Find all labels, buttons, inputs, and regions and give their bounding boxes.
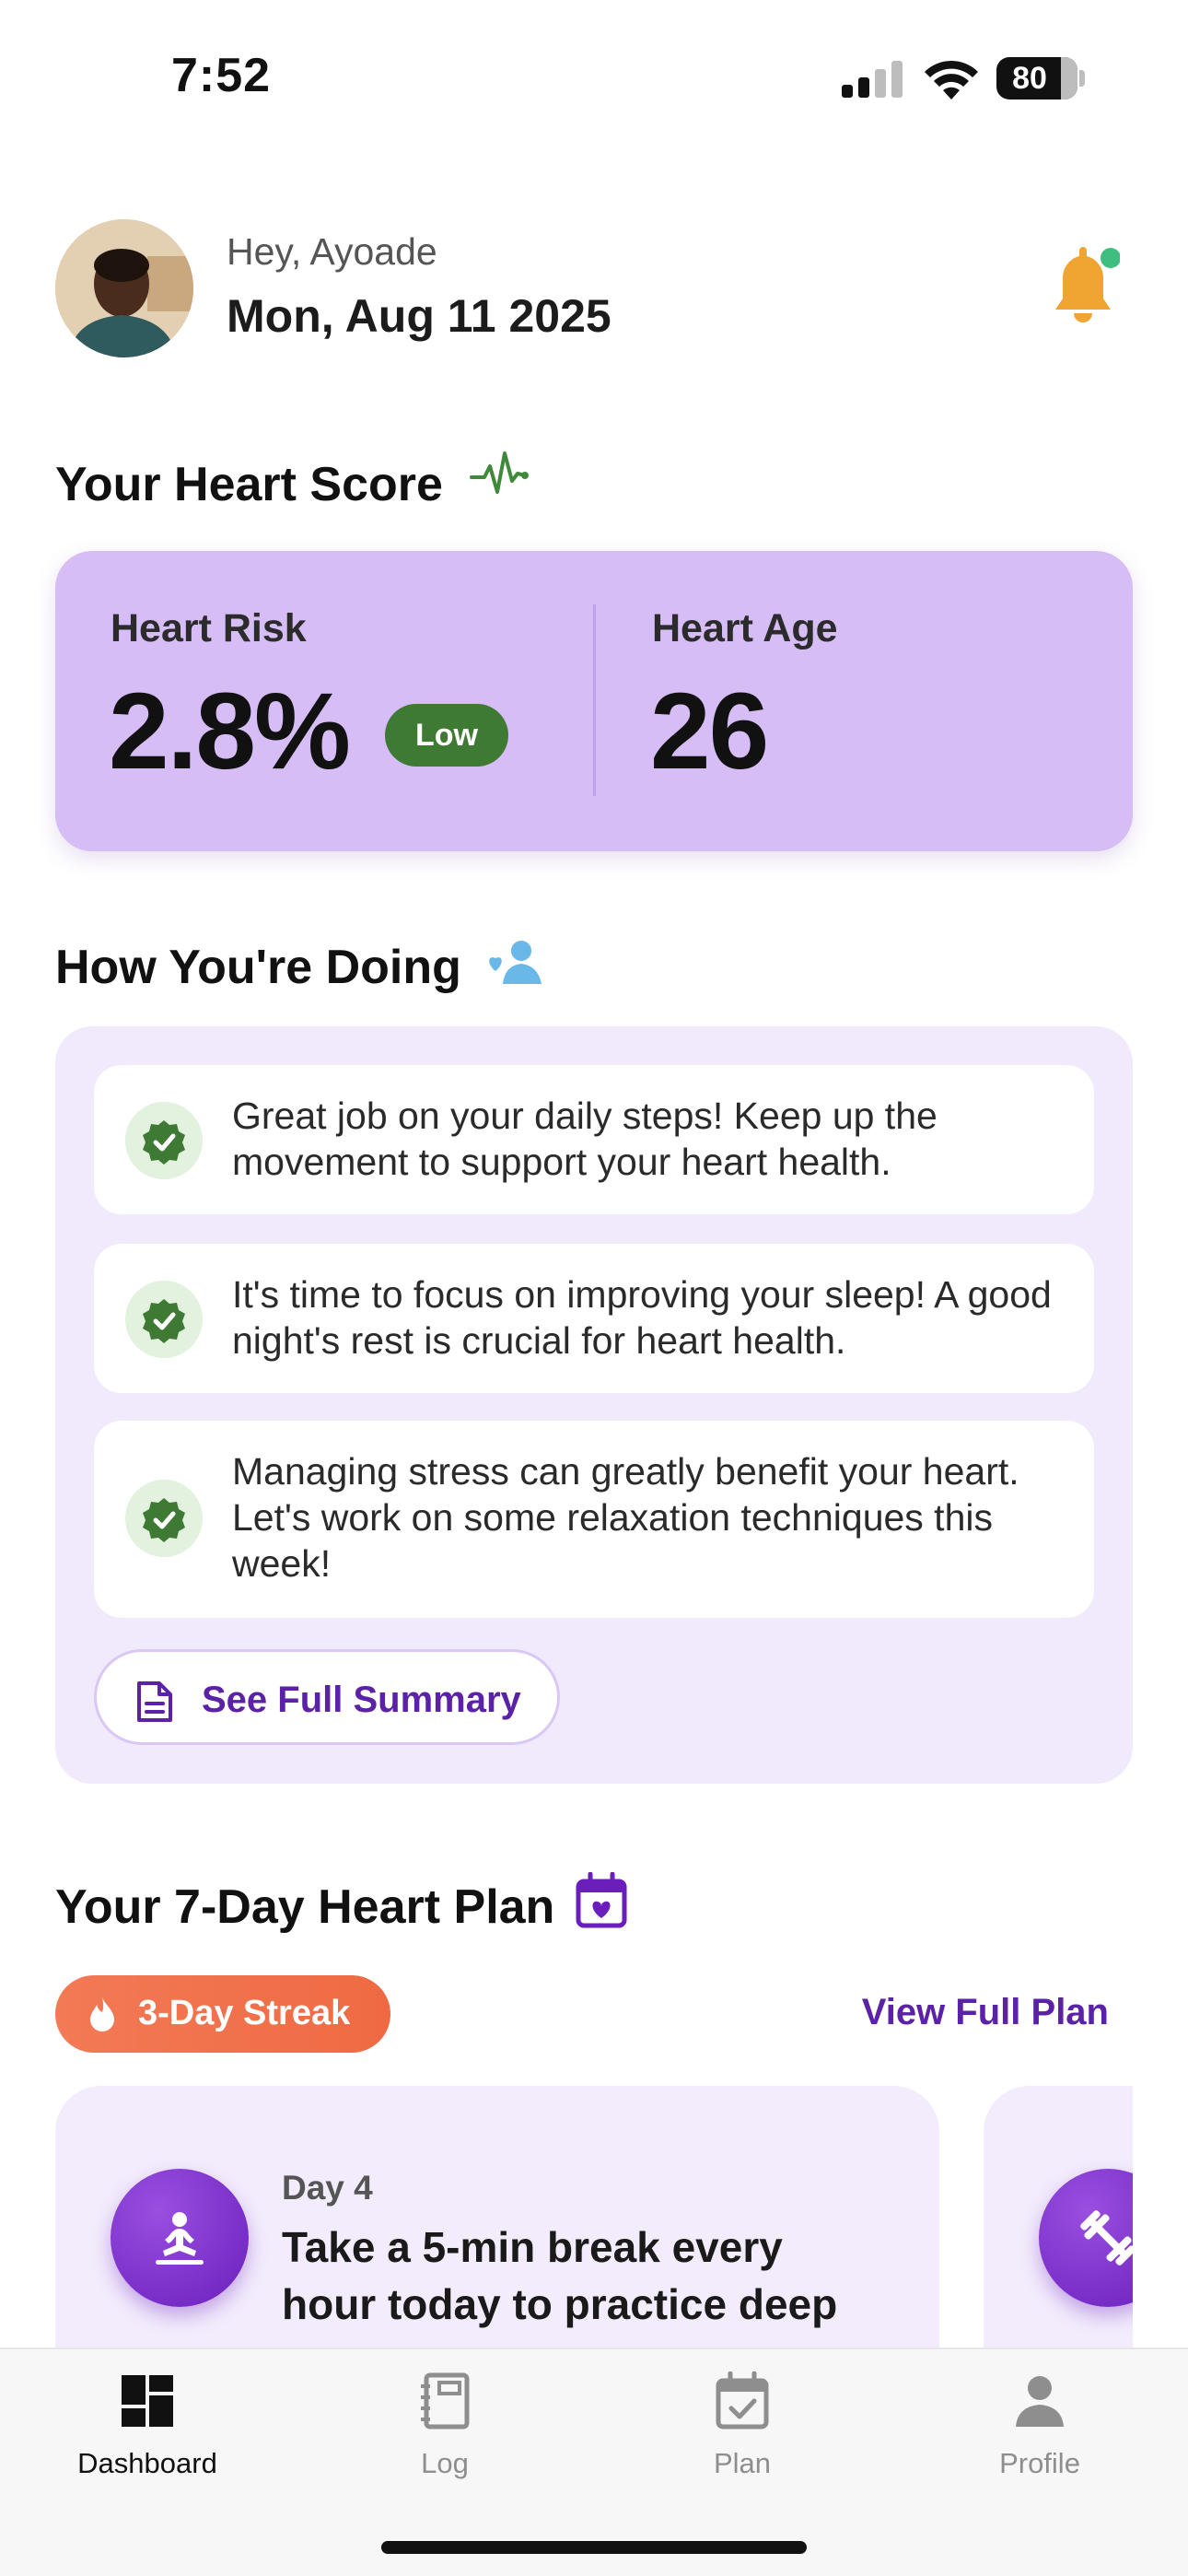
calendar-check-icon <box>716 2371 769 2430</box>
tab-dashboard[interactable]: Dashboard <box>32 2371 262 2482</box>
insight-text: It's time to focus on improving your sle… <box>232 1273 1052 1362</box>
insight-item: It's time to focus on improving your sle… <box>94 1244 1094 1393</box>
dashboard-icon <box>122 2375 173 2427</box>
plan-day-label: Day 4 <box>282 2169 373 2207</box>
person-icon <box>1016 2376 1064 2427</box>
view-full-plan-link[interactable]: View Full Plan <box>862 1992 1109 2033</box>
avatar[interactable] <box>55 219 193 357</box>
heart-risk-label: Heart Risk <box>111 606 307 650</box>
plan-task-text: Take a 5-min break every hour today to p… <box>282 2223 838 2328</box>
insight-item: Great job on your daily steps! Keep up t… <box>94 1065 1094 1214</box>
tab-profile[interactable]: Profile <box>925 2371 1155 2482</box>
calendar-heart-icon <box>576 1872 627 1928</box>
verified-check-icon <box>125 1281 203 1358</box>
people-heart-icon <box>489 941 542 984</box>
see-full-summary-button[interactable]: See Full Summary <box>94 1649 560 1745</box>
how-youre-doing-title: How You're Doing <box>55 941 461 994</box>
wifi-icon <box>925 60 978 100</box>
document-icon <box>137 1681 172 1722</box>
status-time: 7:52 <box>171 49 272 102</box>
tab-label: Log <box>421 2447 469 2479</box>
heart-age-label: Heart Age <box>652 606 838 650</box>
home-indicator[interactable] <box>381 2541 807 2554</box>
plan-activity-icon-circle <box>1039 2169 1133 2307</box>
flame-icon <box>90 1997 114 2032</box>
battery-icon: 80 <box>996 57 1085 100</box>
notification-bell-icon[interactable] <box>1046 245 1120 328</box>
tab-label: Profile <box>999 2447 1080 2479</box>
streak-badge: 3-Day Streak <box>55 1975 390 2053</box>
risk-level-badge: Low <box>385 704 508 767</box>
cellular-signal-icon <box>842 61 903 98</box>
current-date: Mon, Aug 11 2025 <box>227 290 611 342</box>
heart-score-card[interactable]: Heart Risk 2.8% Low Heart Age 26 <box>55 551 1133 851</box>
meditation-icon <box>156 2212 204 2265</box>
see-full-summary-label: See Full Summary <box>202 1680 521 1720</box>
heartbeat-icon <box>470 451 529 494</box>
battery-percentage: 80 <box>1012 61 1047 96</box>
heart-age-value: 26 <box>650 671 769 792</box>
verified-check-icon <box>125 1102 203 1179</box>
streak-label: 3-Day Streak <box>138 1994 351 2032</box>
how-youre-doing-card: Great job on your daily steps! Keep up t… <box>55 1026 1133 1784</box>
insight-text: Managing stress can greatly benefit your… <box>232 1450 1019 1585</box>
tab-plan[interactable]: Plan <box>627 2371 857 2482</box>
status-bar: 7:52 80 <box>0 0 1188 147</box>
verified-check-icon <box>125 1480 203 1557</box>
score-divider <box>593 604 596 796</box>
plan-activity-icon-circle <box>111 2169 249 2307</box>
dumbbell-icon <box>1080 2210 1133 2266</box>
notebook-icon <box>421 2372 470 2430</box>
notification-dot <box>1101 248 1120 268</box>
heart-plan-title: Your 7-Day Heart Plan <box>55 1880 555 1934</box>
tab-label: Dashboard <box>77 2447 217 2479</box>
greeting: Hey, Ayoade <box>227 230 437 273</box>
tab-label: Plan <box>713 2447 772 2479</box>
insight-text: Great job on your daily steps! Keep up t… <box>232 1095 938 1183</box>
heart-risk-value: 2.8% <box>109 671 351 792</box>
insight-item: Managing stress can greatly benefit your… <box>94 1421 1094 1618</box>
heart-score-title: Your Heart Score <box>55 458 443 511</box>
tab-log[interactable]: Log <box>330 2371 560 2482</box>
